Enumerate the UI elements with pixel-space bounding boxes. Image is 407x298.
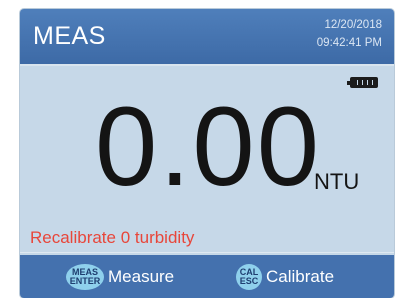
calibrate-softkey[interactable]: CAL ESC Calibrate [236, 263, 334, 291]
turbidity-reading: 0.00 [95, 84, 321, 209]
meter-screen: MEAS 12/20/2018 09:42:41 PM 0.00 NTU Rec… [20, 9, 394, 298]
battery-full-icon [347, 77, 378, 88]
unit-label: NTU [314, 169, 360, 194]
measure-softkey[interactable]: MEAS ENTER Measure [66, 263, 174, 291]
softkey-bar: MEAS ENTER Measure CAL ESC Calibrate [20, 255, 394, 298]
header-bar: MEAS 12/20/2018 09:42:41 PM [20, 9, 394, 66]
status-message: Recalibrate 0 turbidity [30, 228, 195, 247]
meas-enter-key-icon: MEAS ENTER [66, 264, 104, 290]
cal-esc-key-icon: CAL ESC [236, 264, 262, 290]
divider [20, 252, 394, 253]
key-bottom-label: ESC [239, 276, 259, 286]
mode-title: MEAS [33, 22, 106, 50]
date-readout: 12/20/2018 [324, 19, 382, 31]
time-readout: 09:42:41 PM [316, 37, 382, 49]
key-bottom-label: ENTER [69, 276, 101, 286]
measure-label: Measure [108, 267, 175, 286]
calibrate-label: Calibrate [266, 267, 335, 286]
